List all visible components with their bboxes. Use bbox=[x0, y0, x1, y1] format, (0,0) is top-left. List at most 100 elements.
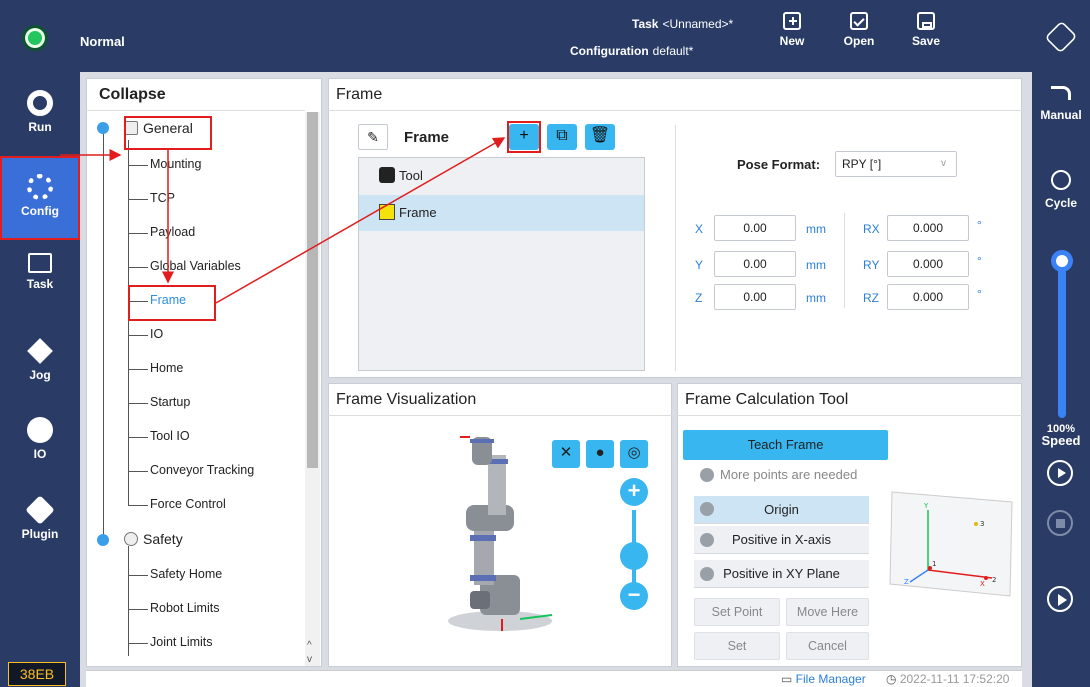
teach-frame-button[interactable]: Teach Frame bbox=[683, 430, 888, 460]
eye-icon[interactable]: ● bbox=[586, 440, 614, 468]
tree-connector-safety bbox=[128, 546, 129, 656]
nav-io[interactable]: IO bbox=[0, 407, 80, 475]
set-point-button[interactable]: Set Point bbox=[694, 598, 780, 626]
frame-list-item[interactable]: Tool bbox=[359, 158, 644, 194]
nav-task[interactable]: Task bbox=[0, 243, 80, 311]
pose-separator bbox=[844, 213, 845, 308]
robot-status-icon[interactable] bbox=[22, 25, 48, 51]
move-here-button[interactable]: Move Here bbox=[786, 598, 869, 626]
new-button[interactable]: New bbox=[765, 8, 819, 66]
ry-label: RY bbox=[863, 258, 880, 272]
nav-jog[interactable]: Jog bbox=[0, 328, 80, 396]
tree-leaf[interactable]: Robot Limits bbox=[150, 601, 219, 615]
nav-io-label: IO bbox=[33, 447, 47, 461]
tree-leaf[interactable]: Force Control bbox=[150, 497, 226, 511]
expand-general-icon[interactable] bbox=[97, 122, 109, 134]
tree-leaf[interactable]: Tool IO bbox=[150, 429, 190, 443]
nav-plugin[interactable]: Plugin bbox=[0, 487, 80, 555]
point-label: Positive in X-axis bbox=[732, 532, 831, 547]
point-positive-x[interactable]: Positive in X-axis bbox=[694, 526, 869, 554]
zoom-in-icon[interactable]: + bbox=[620, 478, 648, 506]
file-manager-link[interactable]: ▭ File Manager bbox=[781, 672, 866, 686]
ry-input[interactable]: 0.000 bbox=[887, 251, 969, 277]
scroll-down-icon[interactable]: v bbox=[307, 654, 312, 665]
save-button[interactable]: Save bbox=[899, 8, 953, 66]
diagram-x-label: X bbox=[980, 580, 985, 588]
tree-leaf[interactable]: Mounting bbox=[150, 157, 201, 171]
zoom-out-icon[interactable]: − bbox=[620, 582, 648, 610]
frame-list-label: Frame bbox=[399, 205, 437, 220]
point-label: Origin bbox=[764, 502, 799, 517]
collapse-header[interactable]: Collapse bbox=[99, 86, 166, 104]
edit-name-icon[interactable]: ✎ bbox=[358, 124, 388, 150]
point-origin[interactable]: Origin bbox=[694, 496, 869, 524]
z-input[interactable]: 0.00 bbox=[714, 284, 796, 310]
speed-slider-handle[interactable] bbox=[1051, 250, 1073, 272]
stop-icon[interactable] bbox=[1047, 510, 1073, 536]
tree-leaf[interactable]: IO bbox=[150, 327, 163, 341]
manual-mode-button[interactable]: Manual bbox=[1032, 86, 1090, 122]
tree-branch bbox=[128, 335, 148, 336]
point-positive-xy[interactable]: Positive in XY Plane bbox=[694, 560, 869, 588]
tree-leaf[interactable]: Global Variables bbox=[150, 259, 241, 273]
x-label: X bbox=[695, 222, 704, 236]
step-play-icon[interactable] bbox=[1047, 460, 1073, 486]
point-status-icon bbox=[700, 567, 714, 581]
ry-unit: ° bbox=[977, 254, 982, 268]
config-indicator: Configuration default* bbox=[570, 44, 693, 58]
tools-icon[interactable]: ✕ bbox=[552, 440, 580, 468]
frame-name: Frame bbox=[404, 129, 450, 146]
point-status-icon bbox=[700, 533, 714, 547]
tree-leaf[interactable]: Joint Limits bbox=[150, 635, 213, 649]
tree-scroll-thumb[interactable] bbox=[307, 112, 318, 468]
new-label: New bbox=[779, 34, 805, 48]
speed-slider-track[interactable] bbox=[1058, 258, 1066, 418]
z-unit: mm bbox=[806, 291, 826, 305]
tree-connector-general bbox=[128, 140, 129, 506]
reset-view-icon[interactable]: ◎ bbox=[620, 440, 648, 468]
set-button[interactable]: Set bbox=[694, 632, 780, 660]
open-button[interactable]: Open bbox=[832, 8, 886, 66]
delete-frame-button[interactable]: 🗑 bbox=[585, 124, 615, 150]
add-frame-button[interactable]: + bbox=[509, 124, 539, 150]
scroll-up-icon[interactable]: ^ bbox=[307, 640, 312, 651]
tree-node-general[interactable]: General bbox=[143, 120, 193, 136]
cycle-mode-button[interactable]: Cycle bbox=[1032, 170, 1090, 210]
tree-leaf[interactable]: Startup bbox=[150, 395, 190, 409]
nav-config[interactable]: Config bbox=[0, 156, 80, 240]
tree-branch bbox=[128, 369, 148, 370]
nav-run[interactable]: Run bbox=[0, 80, 80, 148]
zoom-slider-handle[interactable] bbox=[620, 542, 648, 570]
gear-icon bbox=[27, 174, 53, 200]
tree-leaf[interactable]: Payload bbox=[150, 225, 195, 239]
tree-leaf[interactable]: Safety Home bbox=[150, 567, 222, 581]
y-input[interactable]: 0.00 bbox=[714, 251, 796, 277]
rx-input[interactable]: 0.000 bbox=[887, 215, 969, 241]
rz-label: RZ bbox=[863, 291, 879, 305]
tree-branch bbox=[128, 505, 148, 506]
move-icon bbox=[27, 338, 53, 364]
cancel-button[interactable]: Cancel bbox=[786, 632, 869, 660]
task-value: <Unnamed>* bbox=[662, 17, 734, 31]
pose-format-select[interactable]: RPY [°] v bbox=[835, 151, 957, 177]
cycle-icon bbox=[1051, 170, 1071, 190]
tree-leaf[interactable]: TCP bbox=[150, 191, 175, 205]
rz-unit: ° bbox=[977, 287, 982, 301]
tree-leaf[interactable]: Home bbox=[150, 361, 183, 375]
nav-config-label: Config bbox=[21, 204, 59, 218]
tree-leaf[interactable]: Conveyor Tracking bbox=[150, 463, 254, 477]
chevron-down-icon: v bbox=[941, 158, 946, 169]
expand-safety-icon[interactable] bbox=[97, 534, 109, 546]
tree-branch bbox=[128, 199, 148, 200]
controller-badge: 38EB bbox=[8, 662, 66, 686]
tree-node-safety[interactable]: Safety bbox=[143, 531, 183, 547]
tree-leaf[interactable]: Frame bbox=[150, 293, 186, 307]
x-input[interactable]: 0.00 bbox=[714, 215, 796, 241]
tree-branch bbox=[128, 471, 148, 472]
nav-run-label: Run bbox=[28, 120, 52, 134]
calc-divider bbox=[677, 415, 1022, 416]
play-icon[interactable] bbox=[1047, 586, 1073, 612]
frame-list-item-selected[interactable]: Frame bbox=[359, 195, 644, 231]
copy-frame-button[interactable]: ⧉ bbox=[547, 124, 577, 150]
rz-input[interactable]: 0.000 bbox=[887, 284, 969, 310]
